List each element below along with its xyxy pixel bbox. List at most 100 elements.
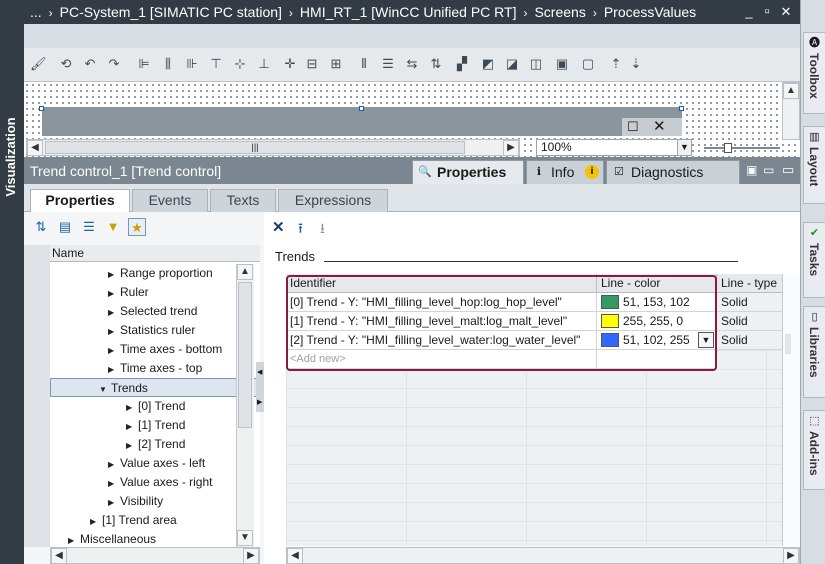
tab-diagnostics[interactable]: ☑ Diagnostics [606, 160, 740, 184]
visualization-label[interactable]: Visualization [3, 112, 18, 202]
tab-expressions[interactable]: Expressions [278, 189, 388, 212]
align-middle-icon[interactable]: ⊹ [232, 56, 248, 72]
send-back-icon[interactable]: ◫ [528, 56, 544, 72]
chevron-right-icon[interactable]: ▶ [126, 398, 138, 417]
color-swatch[interactable] [601, 332, 619, 347]
trend-identifier-cell[interactable]: [2] Trend - Y: "HMI_filling_level_water:… [286, 331, 597, 350]
align-right-icon[interactable]: ⊪ [184, 56, 200, 72]
tab-libraries[interactable]: ▯ Libraries [803, 306, 825, 398]
chevron-down-icon[interactable]: ▼ [698, 332, 714, 348]
trend-identifier-cell[interactable]: [0] Trend - Y: "HMI_filling_level_hop:lo… [286, 293, 597, 312]
tree-item[interactable]: ▶ Ruler [50, 283, 260, 302]
rotate-left-icon[interactable]: ↶ [82, 56, 98, 72]
space-horizontal-icon[interactable]: ⇆ [404, 56, 420, 72]
tree-item[interactable]: ▶ [0] Trend [50, 397, 260, 416]
tree-item[interactable]: ▶ [2] Trend [50, 435, 260, 454]
tree-item[interactable]: ▶ Value axes - left [50, 454, 260, 473]
tab-properties[interactable]: 🔍 Properties [412, 160, 524, 184]
tree-item[interactable]: ▶ Miscellaneous [50, 530, 260, 547]
align-left-icon[interactable]: ⊫ [136, 56, 152, 72]
tab-texts[interactable]: Texts [210, 189, 276, 212]
delete-icon[interactable]: ✕ [272, 218, 285, 236]
collapse-left-icon[interactable]: ◀ [257, 368, 262, 376]
resize-handle[interactable] [39, 106, 44, 111]
resize-handle[interactable] [359, 106, 364, 111]
tree-item[interactable]: ▶ Time axes - bottom [50, 340, 260, 359]
scroll-right-button[interactable]: ▶ [243, 548, 259, 564]
color-swatch[interactable] [601, 294, 619, 309]
tree-item[interactable]: ▶ [1] Trend area [50, 511, 260, 530]
move-up-icon[interactable]: ⭱ [298, 218, 303, 242]
scroll-down-button[interactable]: ▼ [237, 530, 253, 546]
minimize-panel-icon[interactable]: ▭ [763, 163, 774, 177]
column-header[interactable]: Identifier [286, 274, 597, 293]
float-icon[interactable]: ▣ [746, 163, 757, 177]
breadcrumb-item[interactable]: Screens [534, 4, 585, 20]
color-swatch[interactable] [601, 313, 619, 328]
tab-add-ins[interactable]: ⬚ Add-ins [803, 410, 825, 490]
folder-icon[interactable]: ▤ [56, 218, 74, 236]
bring-front-icon[interactable]: ▞ [454, 56, 470, 72]
line-color-cell[interactable]: 51, 102, 255 ▼ [597, 331, 717, 350]
scroll-up-button[interactable]: ▲ [237, 264, 253, 280]
chevron-right-icon[interactable]: ▶ [108, 493, 120, 512]
tab-info[interactable]: ℹ Info i [526, 160, 604, 184]
chevron-right-icon[interactable]: ▶ [108, 322, 120, 341]
line-color-cell[interactable]: 255, 255, 0 [597, 312, 717, 331]
tab-layout[interactable]: ▥ Layout [803, 126, 825, 204]
chevron-right-icon[interactable]: ▶ [108, 360, 120, 379]
center-icon[interactable]: ✛ [282, 56, 298, 72]
add-new-row[interactable]: <Add new> [286, 350, 597, 369]
zoom-slider[interactable] [704, 139, 784, 156]
splitter-handle[interactable]: ◀ ▶ [256, 362, 264, 412]
tree-horizontal-scrollbar[interactable]: ◀ ▶ [50, 547, 260, 564]
scroll-left-button[interactable]: ◀ [51, 548, 67, 564]
move-down-icon[interactable]: ⭳ [320, 218, 325, 242]
scroll-left-button[interactable]: ◀ [27, 140, 43, 156]
group-icon[interactable]: ▣ [554, 56, 570, 72]
align-top-icon[interactable]: ⊤ [208, 56, 224, 72]
ungroup-icon[interactable]: ▢ [580, 56, 596, 72]
rotate-icon[interactable]: ⟲ [58, 56, 74, 72]
table-vertical-scrollbar[interactable] [782, 274, 800, 546]
tree-item[interactable]: ▼ Trends [50, 378, 260, 397]
align-bottom-icon[interactable]: ⊥ [256, 56, 272, 72]
space-vertical-icon[interactable]: ⇅ [428, 56, 444, 72]
breadcrumb-item[interactable]: ProcessValues [604, 4, 696, 20]
column-header[interactable]: Line - color [597, 274, 717, 293]
tree-item[interactable]: ▶ [1] Trend [50, 416, 260, 435]
chevron-right-icon[interactable]: ▶ [108, 284, 120, 303]
layer-up-icon[interactable]: ⇡ [608, 56, 624, 72]
table-horizontal-scrollbar[interactable]: ◀ ▶ [286, 547, 800, 564]
close-button[interactable]: ✕ [778, 4, 794, 20]
tree-item[interactable]: ▶ Value axes - right [50, 473, 260, 492]
filter-icon[interactable]: ▼ [104, 218, 122, 236]
chevron-right-icon[interactable]: ▶ [108, 341, 120, 360]
scroll-left-button[interactable]: ◀ [287, 548, 303, 564]
chevron-right-icon[interactable]: ▶ [108, 455, 120, 474]
canvas-horizontal-scrollbar[interactable]: ◀ ||| ▶ [26, 139, 520, 156]
tab-tasks[interactable]: ✔ Tasks [803, 222, 825, 298]
tab-toolbox[interactable]: 🅐 Toolbox [803, 32, 825, 114]
scrollbar-thumb[interactable] [785, 334, 791, 354]
tab-properties-sub[interactable]: Properties [30, 189, 130, 212]
bring-forward-icon[interactable]: ◩ [480, 56, 496, 72]
sort-icon[interactable]: ⇅ [32, 218, 50, 236]
scroll-right-button[interactable]: ▶ [503, 140, 519, 156]
rotate-right-icon[interactable]: ↷ [106, 56, 122, 72]
chevron-down-icon[interactable]: ▼ [677, 140, 691, 155]
send-backward-icon[interactable]: ◪ [504, 56, 520, 72]
scrollbar-thumb[interactable]: ||| [45, 141, 465, 154]
canvas-vertical-scrollbar[interactable]: ▲ [782, 82, 800, 140]
slider-thumb[interactable] [724, 143, 732, 153]
tree-item[interactable]: ▶ Selected trend [50, 302, 260, 321]
chevron-right-icon[interactable]: ▶ [126, 417, 138, 436]
tree-item[interactable]: ▶ Statistics ruler [50, 321, 260, 340]
chevron-right-icon[interactable]: ▶ [126, 436, 138, 455]
resize-handle[interactable] [679, 106, 684, 111]
line-color-cell[interactable]: 51, 153, 102 [597, 293, 717, 312]
chevron-right-icon[interactable]: ▶ [108, 265, 120, 284]
tree-item[interactable]: ▶ Range proportion [50, 264, 260, 283]
trend-identifier-cell[interactable]: [1] Trend - Y: "HMI_filling_level_malt:l… [286, 312, 597, 331]
tree-item[interactable]: ▶ Visibility [50, 492, 260, 511]
